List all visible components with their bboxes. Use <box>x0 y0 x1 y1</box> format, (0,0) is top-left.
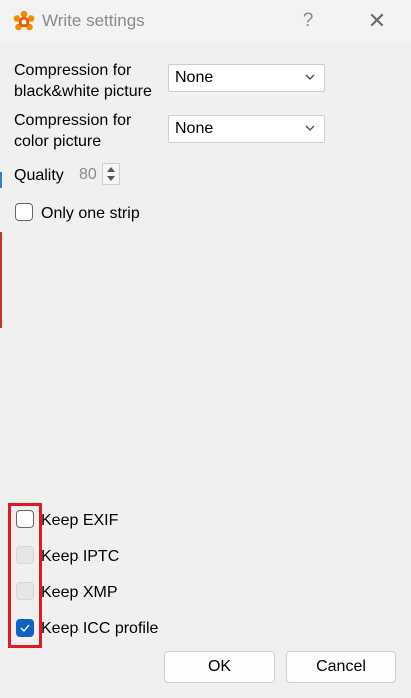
keep-icc-label: Keep ICC profile <box>41 620 159 637</box>
highlight-box <box>8 503 42 648</box>
keep-iptc-label: Keep IPTC <box>41 548 120 565</box>
keep-xmp-label: Keep XMP <box>41 584 118 601</box>
xnview-logo-icon <box>13 10 35 31</box>
quality-label: Quality <box>14 167 64 184</box>
only-one-strip-label: Only one strip <box>41 205 140 222</box>
color-compression-label: Compression for color picture <box>14 110 131 152</box>
spin-down-icon[interactable] <box>107 176 115 181</box>
help-button[interactable]: ? <box>296 8 320 34</box>
bw-compression-label: Compression for black&white picture <box>14 60 152 102</box>
color-compression-select[interactable]: None <box>168 115 325 143</box>
color-compression-value: None <box>175 120 214 137</box>
background-window-edge-red <box>0 232 2 328</box>
bw-compression-select[interactable]: None <box>168 64 325 92</box>
bw-compression-label-line2: black&white picture <box>14 83 152 100</box>
bw-compression-label-line1: Compression for <box>14 62 132 79</box>
only-one-strip-checkbox[interactable] <box>15 203 33 221</box>
title-bar: Write settings ? ✕ <box>0 0 411 42</box>
quality-spinner[interactable] <box>102 163 120 185</box>
background-window-edge <box>0 172 2 188</box>
chevron-down-icon <box>305 74 315 80</box>
color-compression-label-line1: Compression for <box>14 112 132 129</box>
color-compression-label-line2: color picture <box>14 133 102 150</box>
close-button[interactable]: ✕ <box>362 6 392 36</box>
spin-up-icon[interactable] <box>107 167 115 172</box>
ok-button[interactable]: OK <box>164 651 275 683</box>
keep-exif-label: Keep EXIF <box>41 512 119 529</box>
window-title: Write settings <box>42 11 145 30</box>
cancel-button[interactable]: Cancel <box>286 651 396 683</box>
bw-compression-value: None <box>175 69 214 86</box>
chevron-down-icon <box>305 125 315 131</box>
quality-value[interactable]: 80 <box>79 166 97 184</box>
